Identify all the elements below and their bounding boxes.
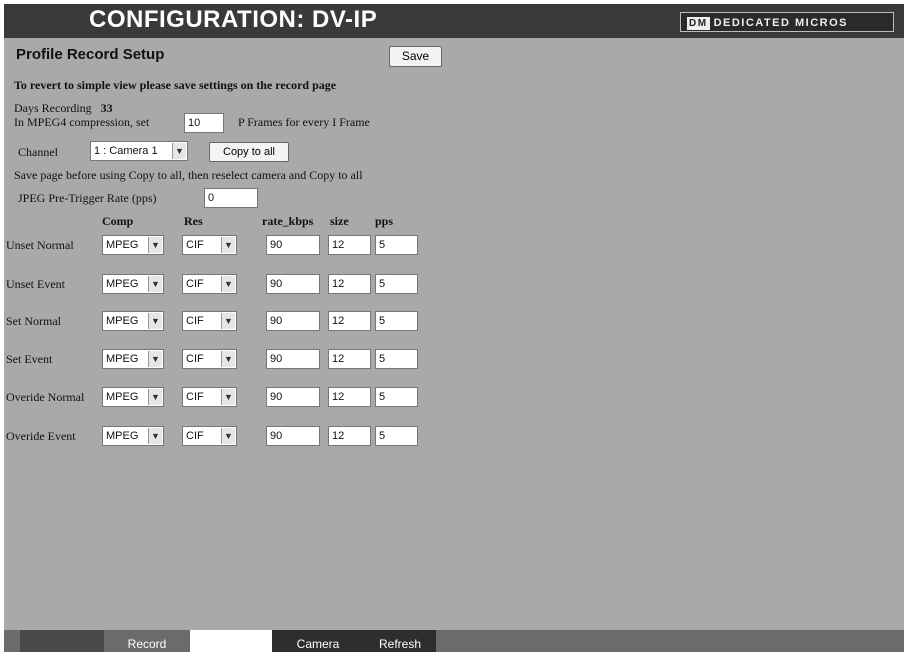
channel-label: Channel <box>18 145 58 159</box>
res-select[interactable]: CIF ▼ <box>182 311 237 331</box>
comp-value: MPEG <box>106 353 139 365</box>
res-select[interactable]: CIF ▼ <box>182 387 237 407</box>
tab-camera[interactable]: Camera <box>272 630 364 652</box>
row-label: Overide Normal <box>6 390 85 404</box>
rate-input[interactable]: 90 <box>266 274 320 294</box>
row-label: Unset Normal <box>6 238 74 252</box>
mpeg-prefix-label: In MPEG4 compression, set <box>14 115 150 129</box>
revert-note: To revert to simple view please save set… <box>14 78 337 92</box>
chevron-down-icon: ▼ <box>221 351 235 367</box>
comp-value: MPEG <box>106 239 139 251</box>
row-label: Overide Event <box>6 429 76 443</box>
comp-select[interactable]: MPEG ▼ <box>102 311 164 331</box>
res-select[interactable]: CIF ▼ <box>182 274 237 294</box>
settings-panel: Profile Record Setup Save To revert to s… <box>4 38 904 630</box>
p-frames-input[interactable]: 10 <box>184 113 224 133</box>
pps-input[interactable]: 5 <box>375 274 418 294</box>
res-value: CIF <box>186 430 204 442</box>
jpeg-rate-input[interactable]: 0 <box>204 188 258 208</box>
col-header-size: size <box>330 214 349 228</box>
row-label: Set Event <box>6 352 53 366</box>
channel-select[interactable]: 1 : Camera 1 ▼ <box>90 141 188 161</box>
res-value: CIF <box>186 353 204 365</box>
size-input[interactable]: 12 <box>328 311 371 331</box>
col-header-res: Res <box>184 214 203 228</box>
channel-value: 1 : Camera 1 <box>94 145 158 157</box>
pps-input[interactable]: 5 <box>375 311 418 331</box>
chevron-down-icon: ▼ <box>148 389 162 405</box>
res-value: CIF <box>186 315 204 327</box>
row-label: Unset Event <box>6 277 65 291</box>
comp-value: MPEG <box>106 391 139 403</box>
rate-input[interactable]: 90 <box>266 387 320 407</box>
chevron-down-icon: ▼ <box>221 237 235 253</box>
res-value: CIF <box>186 391 204 403</box>
app-frame: CONFIGURATION: DV-IP DM DEDICATED MICROS … <box>0 0 912 652</box>
res-select[interactable]: CIF ▼ <box>182 426 237 446</box>
section-heading: Profile Record Setup <box>16 46 165 63</box>
res-value: CIF <box>186 278 204 290</box>
chevron-down-icon: ▼ <box>221 389 235 405</box>
pps-input[interactable]: 5 <box>375 387 418 407</box>
copy-to-all-button[interactable]: Copy to all <box>209 142 289 162</box>
size-input[interactable]: 12 <box>328 387 371 407</box>
comp-select[interactable]: MPEG ▼ <box>102 274 164 294</box>
size-input[interactable]: 12 <box>328 274 371 294</box>
rate-input[interactable]: 90 <box>266 235 320 255</box>
pps-input[interactable]: 5 <box>375 235 418 255</box>
chevron-down-icon: ▼ <box>221 276 235 292</box>
chevron-down-icon: ▼ <box>221 313 235 329</box>
comp-value: MPEG <box>106 430 139 442</box>
brand-logo: DM DEDICATED MICROS <box>680 12 894 32</box>
jpeg-rate-label: JPEG Pre-Trigger Rate (pps) <box>18 191 157 205</box>
col-header-rate: rate_kbps <box>262 214 314 228</box>
pps-input[interactable]: 5 <box>375 426 418 446</box>
comp-select[interactable]: MPEG ▼ <box>102 387 164 407</box>
logo-mark: DM <box>687 17 710 30</box>
page-title: CONFIGURATION: DV-IP <box>89 6 378 33</box>
res-value: CIF <box>186 239 204 251</box>
chevron-down-icon: ▼ <box>148 237 162 253</box>
copy-note: Save page before using Copy to all, then… <box>14 168 363 182</box>
chevron-down-icon: ▼ <box>148 313 162 329</box>
tab-blank-active[interactable] <box>190 630 272 652</box>
days-recording-label: Days Recording <box>14 101 92 115</box>
tab-blank-left[interactable] <box>20 630 104 652</box>
chevron-down-icon: ▼ <box>221 428 235 444</box>
footer-nav: Record Camera Refresh <box>4 630 904 652</box>
mpeg-suffix-label: P Frames for every I Frame <box>238 115 370 129</box>
chevron-down-icon: ▼ <box>148 428 162 444</box>
col-header-pps: pps <box>375 214 394 228</box>
comp-select[interactable]: MPEG ▼ <box>102 235 164 255</box>
chevron-down-icon: ▼ <box>148 351 162 367</box>
res-select[interactable]: CIF ▼ <box>182 349 237 369</box>
comp-select[interactable]: MPEG ▼ <box>102 426 164 446</box>
rate-input[interactable]: 90 <box>266 426 320 446</box>
rate-input[interactable]: 90 <box>266 349 320 369</box>
res-select[interactable]: CIF ▼ <box>182 235 237 255</box>
days-recording: Days Recording 33 <box>14 101 113 116</box>
tab-refresh[interactable]: Refresh <box>364 630 436 652</box>
pps-input[interactable]: 5 <box>375 349 418 369</box>
days-recording-value: 33 <box>100 101 113 115</box>
save-button[interactable]: Save <box>389 46 442 67</box>
comp-select[interactable]: MPEG ▼ <box>102 349 164 369</box>
logo-text: DEDICATED MICROS <box>713 17 848 29</box>
rate-input[interactable]: 90 <box>266 311 320 331</box>
chevron-down-icon: ▼ <box>172 143 186 159</box>
title-bar: CONFIGURATION: DV-IP DM DEDICATED MICROS <box>4 4 904 38</box>
comp-value: MPEG <box>106 278 139 290</box>
size-input[interactable]: 12 <box>328 426 371 446</box>
size-input[interactable]: 12 <box>328 235 371 255</box>
col-header-comp: Comp <box>102 214 134 228</box>
comp-value: MPEG <box>106 315 139 327</box>
size-input[interactable]: 12 <box>328 349 371 369</box>
chevron-down-icon: ▼ <box>148 276 162 292</box>
tab-record[interactable]: Record <box>104 630 190 652</box>
row-label: Set Normal <box>6 314 61 328</box>
